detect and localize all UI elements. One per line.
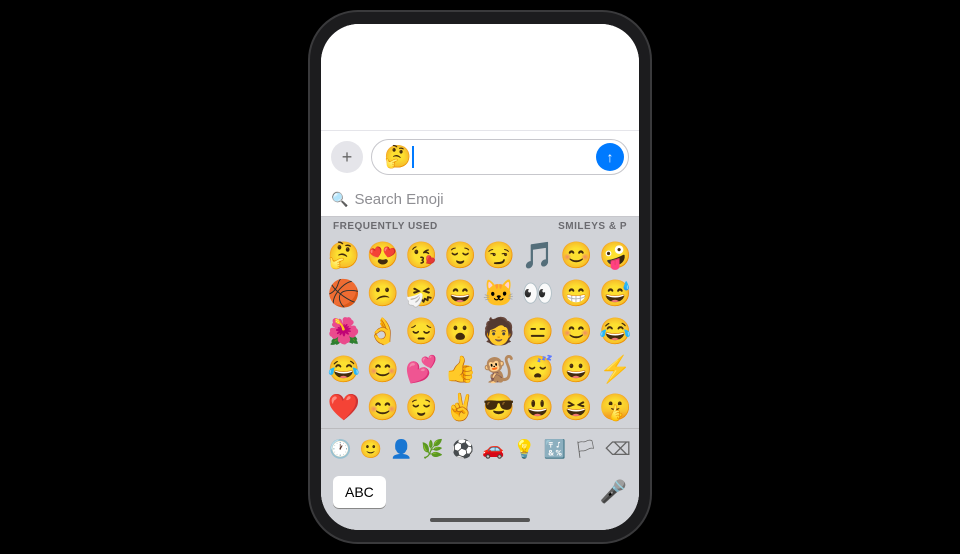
emoji-thumbsup[interactable]: 👍	[441, 350, 479, 388]
emoji-victory[interactable]: ✌️	[441, 388, 479, 426]
message-emoji: 🤔	[384, 146, 411, 168]
emoji-open-mouth[interactable]: 😮	[441, 312, 479, 350]
message-input-field[interactable]: 🤔 ↑	[371, 139, 629, 175]
emoji-cat[interactable]: 🐱	[480, 274, 518, 312]
emoji-ok-hand[interactable]: 👌	[364, 312, 402, 350]
emoji-smile3[interactable]: 😊	[364, 350, 402, 388]
emoji-person[interactable]: 🧑	[480, 312, 518, 350]
emoji-smile2[interactable]: 😊	[558, 312, 596, 350]
emoji-heart-eyes[interactable]: 😍	[364, 236, 402, 274]
emoji-search-bar[interactable]: 🔍 Search Emoji	[321, 183, 639, 217]
emoji-basketball[interactable]: 🏀	[325, 274, 363, 312]
emoji-confused[interactable]: 😕	[364, 274, 402, 312]
emoji-grinning2[interactable]: 😀	[558, 350, 596, 388]
message-bar: + 🤔 ↑	[321, 130, 639, 183]
emoji-thinking[interactable]: 🤔	[325, 236, 363, 274]
emoji-smiley[interactable]: 😃	[519, 388, 557, 426]
emoji-smile4[interactable]: 😊	[364, 388, 402, 426]
emoji-heart[interactable]: ❤️	[325, 388, 363, 426]
toolbar-delete-icon[interactable]: ⌫	[601, 435, 634, 464]
text-cursor	[412, 146, 414, 168]
emoji-sweat-smile[interactable]: 😅	[596, 274, 634, 312]
emoji-hibiscus[interactable]: 🌺	[325, 312, 363, 350]
top-area	[321, 24, 639, 130]
emoji-shushing[interactable]: 🤫	[596, 388, 634, 426]
emoji-smile[interactable]: 😊	[558, 236, 596, 274]
emoji-grin[interactable]: 😄	[441, 274, 479, 312]
emoji-kiss[interactable]: 😘	[403, 236, 441, 274]
phone-screen: + 🤔 ↑ 🔍 Search Emoji FREQUENTLY USED SMI…	[321, 24, 639, 530]
smileys-label: SMILEYS & P	[558, 221, 627, 232]
emoji-sneezing[interactable]: 🤧	[403, 274, 441, 312]
emoji-category-toolbar: 🕐 🙂 👤 🌿 ⚽ 🚗 💡 🔣 🏳 ⌫	[321, 428, 639, 470]
emoji-zap[interactable]: ⚡	[596, 350, 634, 388]
toolbar-people-icon[interactable]: 👤	[386, 435, 416, 464]
section-header: FREQUENTLY USED SMILEYS & P	[321, 217, 639, 234]
phone-frame: + 🤔 ↑ 🔍 Search Emoji FREQUENTLY USED SMI…	[310, 12, 650, 542]
toolbar-nature-icon[interactable]: 🌿	[417, 435, 447, 464]
toolbar-flags-icon[interactable]: 🏳	[570, 435, 601, 464]
emoji-sunglasses[interactable]: 😎	[480, 388, 518, 426]
home-indicator	[430, 518, 530, 522]
plus-button[interactable]: +	[331, 141, 363, 173]
emoji-eyes[interactable]: 👀	[519, 274, 557, 312]
emoji-grid: 🤔 😍 😘 😌 😏 🎵 😊 🤪 🏀 😕 🤧 😄 🐱 👀 😁 😅 🌺	[321, 234, 639, 428]
emoji-keyboard: 🔍 Search Emoji FREQUENTLY USED SMILEYS &…	[321, 183, 639, 530]
toolbar-smiley-icon[interactable]: 🙂	[356, 435, 386, 464]
emoji-smirk[interactable]: 😏	[480, 236, 518, 274]
emoji-sleeping[interactable]: 😴	[519, 350, 557, 388]
search-icon: 🔍	[331, 191, 348, 208]
emoji-relieved[interactable]: 😌	[441, 236, 479, 274]
emoji-relieved2[interactable]: 😌	[403, 388, 441, 426]
frequently-used-label: FREQUENTLY USED	[333, 221, 438, 232]
microphone-icon[interactable]: 🎤	[600, 479, 627, 505]
emoji-zany[interactable]: 🤪	[596, 236, 634, 274]
emoji-joy2[interactable]: 😂	[325, 350, 363, 388]
emoji-expressionless[interactable]: 😑	[519, 312, 557, 350]
toolbar-symbols-icon[interactable]: 🔣	[540, 435, 570, 464]
emoji-grinning[interactable]: 😁	[558, 274, 596, 312]
toolbar-objects-icon[interactable]: 💡	[509, 435, 539, 464]
emoji-joy[interactable]: 😂	[596, 312, 634, 350]
send-icon: ↑	[607, 149, 614, 165]
emoji-two-hearts[interactable]: 💕	[403, 350, 441, 388]
home-bar	[321, 518, 639, 530]
emoji-pensive[interactable]: 😔	[403, 312, 441, 350]
search-placeholder: Search Emoji	[354, 191, 443, 208]
emoji-monkey[interactable]: 🐒	[480, 350, 518, 388]
toolbar-sports-icon[interactable]: ⚽	[448, 435, 478, 464]
keyboard-bottom-row: ABC 🎤	[321, 470, 639, 518]
abc-key[interactable]: ABC	[333, 476, 386, 508]
toolbar-travel-icon[interactable]: 🚗	[478, 435, 508, 464]
send-button[interactable]: ↑	[596, 143, 624, 171]
emoji-music[interactable]: 🎵	[519, 236, 557, 274]
toolbar-recent-icon[interactable]: 🕐	[325, 435, 355, 464]
emoji-laughing[interactable]: 😆	[558, 388, 596, 426]
